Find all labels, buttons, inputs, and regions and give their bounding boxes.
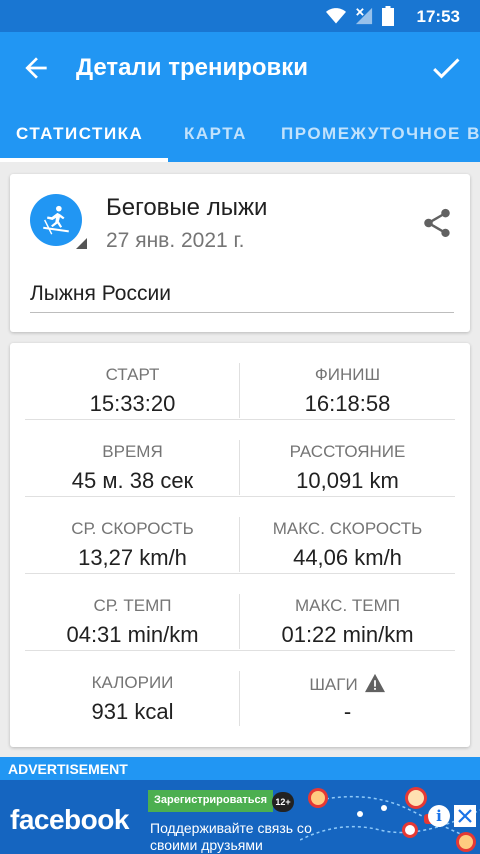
ad-signup-button[interactable]: Зарегистрироваться	[148, 790, 274, 812]
sport-type: Беговые лыжи	[106, 194, 268, 221]
stat-label: ФИНИШ	[314, 365, 381, 384]
stat-max-pace: МАКС. ТЕМП 01:22 min/km	[240, 574, 455, 651]
stats-row-start-finish: СТАРТ 15:33:20 ФИНИШ 16:18:58	[25, 343, 455, 420]
app-bar: Детали тренировки	[0, 32, 480, 104]
wifi-icon	[326, 8, 346, 24]
page-title: Детали тренировки	[76, 54, 309, 81]
ad-banner[interactable]: facebook Зарегистрироваться 12+ Поддержи…	[0, 780, 480, 854]
cross-country-skier-icon[interactable]	[30, 194, 82, 246]
stat-value: 01:22 min/km	[281, 622, 414, 647]
stat-label: СР. ТЕМП	[93, 596, 172, 615]
tab-splits[interactable]: ПРОМЕЖУТОЧНОЕ ВРЕМЯ	[281, 124, 480, 144]
age-rating-badge: 12+	[272, 792, 294, 812]
stat-value: 10,091 km	[296, 468, 399, 493]
tab-bar: СТАТИСТИКА КАРТА ПРОМЕЖУТОЧНОЕ ВРЕМЯ	[0, 104, 480, 162]
signal-no-sim-icon	[355, 7, 373, 25]
stat-label: МАКС. ТЕМП	[294, 596, 401, 615]
stat-label: РАССТОЯНИЕ	[289, 442, 406, 461]
stat-value: 13,27 km/h	[78, 545, 187, 570]
stat-steps: ШАГИ -	[240, 651, 455, 728]
workout-date: 27 янв. 2021 г.	[106, 229, 245, 252]
stat-max-speed: МАКС. СКОРОСТЬ 44,06 km/h	[240, 497, 455, 574]
stats-row-duration-distance: ВРЕМЯ 45 м. 38 сек РАССТОЯНИЕ 10,091 km	[25, 420, 455, 497]
stat-value: 931 kcal	[91, 699, 174, 724]
stat-label: МАКС. СКОРОСТЬ	[272, 519, 423, 538]
status-bar: 17:53	[0, 0, 480, 32]
back-arrow-icon[interactable]	[20, 52, 52, 84]
stats-row-pace: СР. ТЕМП 04:31 min/km МАКС. ТЕМП 01:22 m…	[25, 574, 455, 651]
stats-row-calories-steps: КАЛОРИИ 931 kcal ШАГИ -	[25, 651, 455, 728]
stat-value: 15:33:20	[89, 391, 176, 416]
stat-avg-pace: СР. ТЕМП 04:31 min/km	[25, 574, 240, 651]
share-icon[interactable]	[420, 206, 454, 240]
check-icon[interactable]	[428, 50, 464, 86]
workout-summary-card: Беговые лыжи 27 янв. 2021 г. Лыжня Росси…	[10, 174, 470, 332]
stat-label: ВРЕМЯ	[102, 442, 163, 461]
stat-label: СТАРТ	[105, 365, 160, 384]
tab-statistics[interactable]: СТАТИСТИКА	[16, 124, 143, 144]
ad-close-icon[interactable]	[454, 805, 476, 827]
stat-avg-speed: СР. СКОРОСТЬ 13,27 km/h	[25, 497, 240, 574]
advertisement-label: ADVERTISEMENT	[8, 761, 128, 777]
tab-indicator	[0, 158, 168, 162]
stat-value: 44,06 km/h	[293, 545, 402, 570]
workout-name-field[interactable]: Лыжня России	[30, 282, 171, 306]
stat-label: СР. СКОРОСТЬ	[71, 519, 194, 538]
battery-icon	[382, 6, 394, 26]
sport-selector-caret-icon[interactable]	[76, 238, 87, 249]
workout-stats-card: СТАРТ 15:33:20 ФИНИШ 16:18:58 ВРЕМЯ 45 м…	[10, 343, 470, 747]
stat-value: 04:31 min/km	[66, 622, 199, 647]
stat-value: 45 м. 38 сек	[71, 468, 194, 493]
stat-distance: РАССТОЯНИЕ 10,091 km	[240, 420, 455, 497]
stat-finish: ФИНИШ 16:18:58	[240, 343, 455, 420]
ad-friends-map-illustration	[300, 787, 480, 852]
stat-duration: ВРЕМЯ 45 м. 38 сек	[25, 420, 240, 497]
stat-start: СТАРТ 15:33:20	[25, 343, 240, 420]
stat-calories: КАЛОРИИ 931 kcal	[25, 651, 240, 728]
stat-label: ШАГИ	[240, 673, 455, 695]
stat-label: КАЛОРИИ	[91, 673, 174, 692]
stat-value: -	[343, 699, 352, 724]
warning-icon[interactable]	[364, 673, 386, 693]
stat-label-text: ШАГИ	[309, 675, 358, 694]
stats-row-speed: СР. СКОРОСТЬ 13,27 km/h МАКС. СКОРОСТЬ 4…	[25, 497, 455, 574]
advertisement-area: ADVERTISEMENT facebook Зарегистрироватьс…	[0, 757, 480, 854]
stat-value: 16:18:58	[304, 391, 391, 416]
facebook-logo: facebook	[10, 804, 129, 835]
ad-info-icon[interactable]: i	[428, 805, 450, 827]
tab-map[interactable]: КАРТА	[184, 124, 247, 144]
status-time: 17:53	[416, 7, 460, 26]
workout-name-underline	[30, 312, 454, 313]
status-icons	[326, 6, 394, 26]
